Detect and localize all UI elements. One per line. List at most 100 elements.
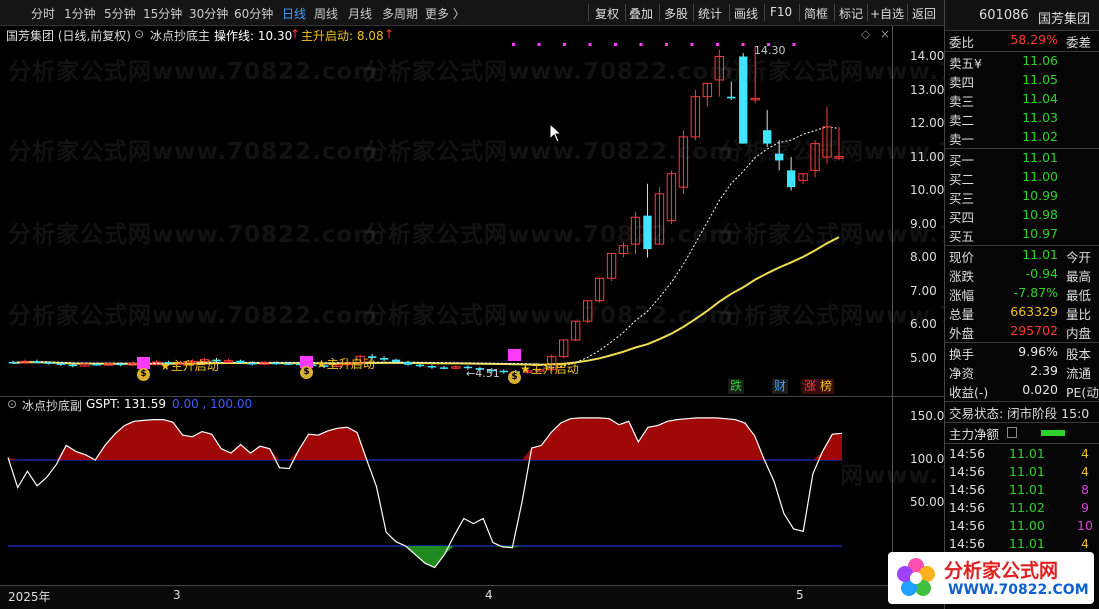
ask-row-1[interactable]: 卖一 11.02 — [945, 129, 1099, 147]
candle-body — [403, 362, 413, 365]
signal-dot — [741, 43, 745, 46]
candle-body — [92, 364, 101, 366]
money-bag-icon: $ — [508, 371, 521, 384]
stock-name: 国芳集团 — [1038, 12, 1091, 27]
candlestick-chart[interactable] — [0, 26, 892, 396]
bid-row-4[interactable]: 买四 10.98 — [945, 207, 1099, 225]
tick-row: 14:56 11.00 10 — [949, 518, 1093, 533]
badge-drop[interactable]: 跌 — [728, 379, 744, 394]
logo-title: 分析家公式网 — [944, 560, 1059, 582]
badge-rise[interactable]: 涨 — [802, 379, 818, 394]
sub-tick: 150.0 — [910, 409, 945, 423]
price-tick: 9.00 — [910, 217, 937, 231]
price-tick: 12.00 — [910, 116, 945, 130]
toolbar-divider — [764, 4, 765, 21]
toolbar-divider — [867, 4, 868, 21]
simple-frame-button[interactable]: 简框 — [804, 5, 828, 22]
period-tab-60min[interactable]: 60分钟 — [234, 5, 273, 22]
candle-body — [643, 215, 652, 250]
candle-body — [415, 364, 425, 367]
mouse-cursor-icon — [549, 123, 563, 143]
candle-body — [427, 366, 437, 368]
toolbar-divider — [659, 4, 660, 21]
back-button[interactable]: 返回 — [912, 5, 936, 22]
stock-header: 601086 国芳集团 — [945, 0, 1099, 31]
bid-row-2[interactable]: 买二 11.00 — [945, 169, 1099, 187]
stat-row-pct: 涨幅 -7.87% 最低 — [949, 285, 1092, 303]
divider — [945, 342, 1099, 343]
toolbar-divider — [729, 4, 730, 21]
period-tab-5min[interactable]: 5分钟 — [104, 5, 136, 22]
candle-body — [248, 363, 257, 365]
mark-button[interactable]: 标记 — [839, 5, 863, 22]
period-tab-weekly[interactable]: 周线 — [314, 5, 338, 22]
price-tick: 10.00 — [910, 183, 945, 197]
ask-row-2[interactable]: 卖二 11.03 — [945, 110, 1099, 128]
signal-label: ★主升启动 — [160, 359, 219, 373]
list-icon[interactable] — [1007, 427, 1017, 438]
low-price-label: ←4.51 — [466, 367, 500, 380]
sub-tick: 100.0 — [910, 452, 945, 466]
period-tab-1min[interactable]: 1分钟 — [64, 5, 96, 22]
candle-body — [32, 361, 42, 363]
multi-stock-button[interactable]: 多股 — [664, 5, 688, 22]
candle-body — [499, 370, 509, 373]
ask-row-3[interactable]: 卖三 11.04 — [945, 91, 1099, 109]
weibi-row: 委比 58.29% 委差 — [949, 32, 1092, 50]
price-tick: 6.00 — [910, 317, 937, 331]
gspt-band — [8, 460, 842, 546]
f10-button[interactable]: F10 — [770, 5, 792, 19]
add-watchlist-button[interactable]: +自选 — [870, 5, 904, 22]
candle-body — [774, 153, 784, 161]
bid-row-3[interactable]: 买三 10.99 — [945, 188, 1099, 206]
ma-fast-line — [12, 126, 840, 369]
signal-dot — [665, 43, 668, 46]
adjust-button[interactable]: 复权 — [595, 5, 619, 22]
period-toolbar: 分时 1分钟 5分钟 15分钟 30分钟 60分钟 日线 周线 月线 多周期 更… — [0, 0, 944, 26]
period-tab-monthly[interactable]: 月线 — [348, 5, 372, 22]
quote-panel: 601086 国芳集团 委比 58.29% 委差 卖五¥ 11.06 卖四 11.0… — [944, 0, 1099, 609]
bid-row-1[interactable]: 买一 11.01 — [945, 150, 1099, 168]
ask-row-4[interactable]: 卖四 11.05 — [945, 72, 1099, 90]
candle-body — [272, 362, 281, 365]
site-logo: 分析家公式网 WWW.70822.COM — [888, 552, 1094, 604]
badge-rank[interactable]: 榜 — [818, 379, 834, 394]
divider — [945, 148, 1099, 149]
trade-status: 交易状态: 闭市阶段 15:0 — [949, 406, 1090, 421]
period-tab-more[interactable]: 更多 〉 — [425, 5, 465, 22]
overlay-button[interactable]: 叠加 — [629, 5, 653, 22]
price-tick: 8.00 — [910, 250, 937, 264]
toolbar-divider — [588, 4, 589, 21]
tick-row: 14:56 11.01 8 — [949, 482, 1089, 497]
period-tab-multi[interactable]: 多周期 — [382, 5, 418, 22]
signal-dot — [639, 43, 643, 46]
divider — [945, 422, 1099, 423]
stats-button[interactable]: 统计 — [698, 5, 722, 22]
candle-body — [68, 364, 78, 367]
date-tick: 4 — [485, 588, 493, 602]
divider — [945, 443, 1099, 444]
stat-row-eps: 收益(-) 0.020 PE(动 — [949, 382, 1099, 400]
tick-row: 14:56 11.02 9 — [949, 500, 1089, 515]
candle-body — [8, 362, 18, 364]
gspt-area-chart[interactable] — [0, 397, 892, 585]
period-tab-fenshi[interactable]: 分时 — [31, 5, 55, 22]
signal-dot — [614, 43, 617, 46]
draw-line-button[interactable]: 画线 — [734, 5, 758, 22]
period-tab-15min[interactable]: 15分钟 — [143, 5, 182, 22]
period-tab-30min[interactable]: 30分钟 — [189, 5, 228, 22]
badge-finance[interactable]: 财 — [772, 379, 788, 394]
ask-row-5[interactable]: 卖五¥ 11.06 — [945, 53, 1099, 71]
candle-body — [762, 130, 772, 144]
candle-body — [391, 359, 401, 363]
candle-body — [284, 363, 293, 365]
date-tick: 5 — [796, 588, 804, 602]
candle-body — [379, 358, 389, 360]
divider — [945, 51, 1099, 52]
bid-row-5[interactable]: 买五 10.97 — [945, 226, 1099, 244]
period-tab-daily[interactable]: 日线 — [282, 5, 306, 22]
stat-row-outer: 外盘 295702 内盘 — [949, 323, 1092, 341]
net-bar — [1041, 430, 1065, 436]
main-net-row[interactable]: 主力净额 — [945, 424, 1099, 442]
money-bag-icon: $ — [300, 366, 313, 379]
